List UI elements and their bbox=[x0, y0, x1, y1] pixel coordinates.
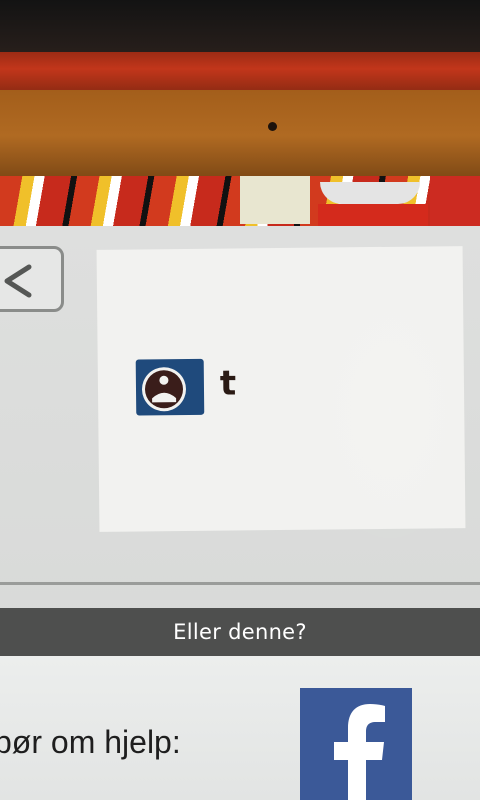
camera-lens bbox=[268, 122, 277, 131]
divider bbox=[0, 582, 480, 585]
device-bezel-orange bbox=[0, 90, 480, 182]
device-bezel-red-edge bbox=[0, 52, 480, 94]
caption-text: Eller denne? bbox=[173, 620, 307, 644]
logo-suffix-text: t bbox=[219, 363, 237, 404]
caption-bar: Eller denne? bbox=[0, 608, 480, 656]
facebook-button[interactable] bbox=[300, 688, 412, 800]
facebook-icon bbox=[334, 704, 385, 800]
back-button[interactable] bbox=[0, 246, 64, 312]
help-section: pør om hjelp: bbox=[0, 656, 480, 800]
chevron-left-icon bbox=[4, 264, 32, 298]
logo-card[interactable]: t bbox=[96, 246, 466, 532]
help-text: pør om hjelp: bbox=[0, 724, 181, 760]
info-person-icon bbox=[135, 358, 205, 416]
header-banner-image bbox=[0, 176, 480, 226]
device-bezel-top bbox=[0, 0, 480, 60]
